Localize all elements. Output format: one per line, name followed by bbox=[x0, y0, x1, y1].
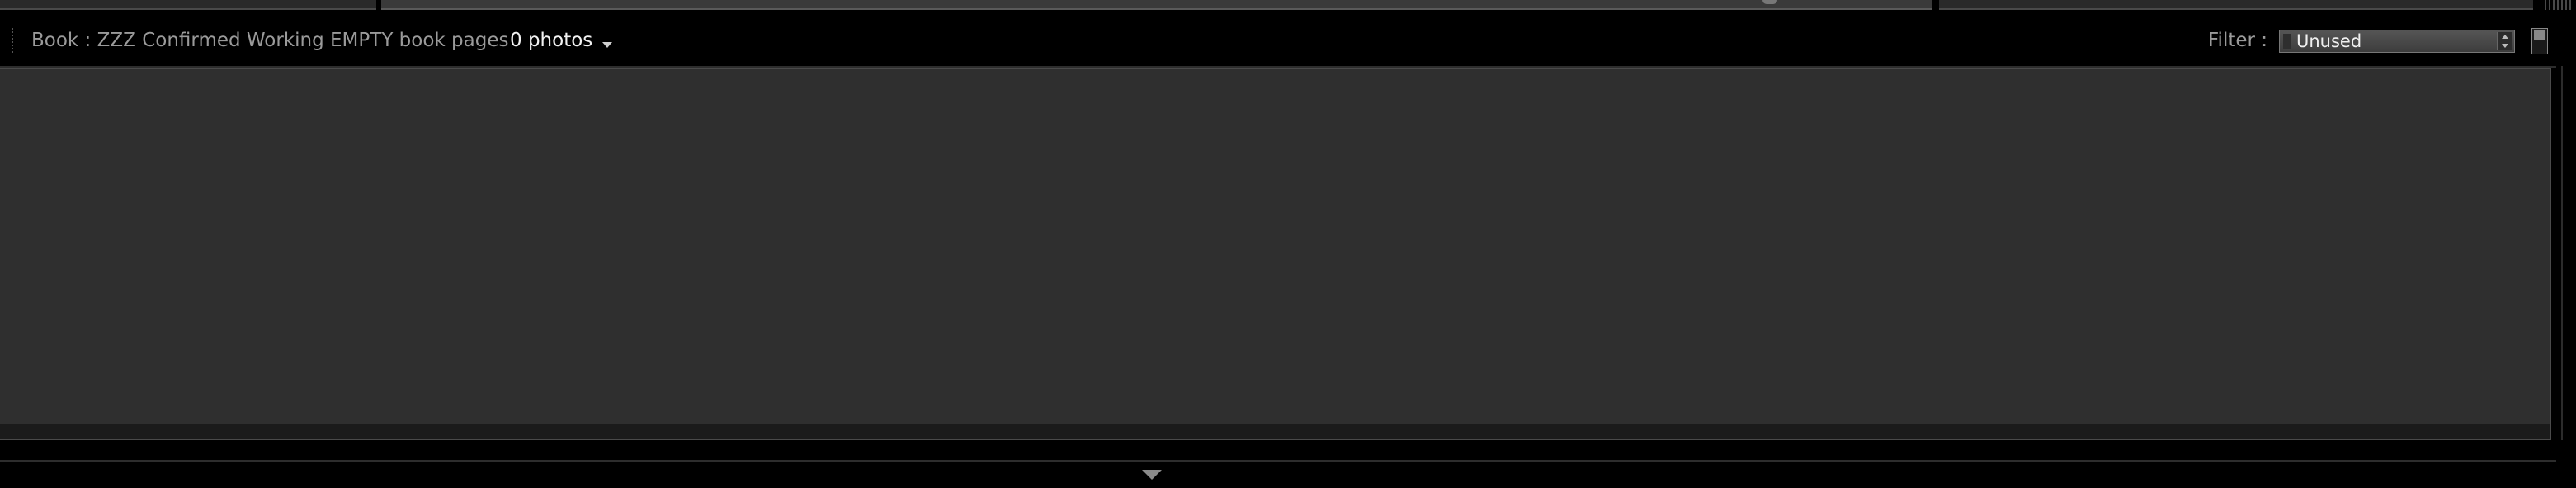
source-label[interactable]: Book : ZZZ Confirmed Working EMPTY book … bbox=[31, 30, 508, 51]
filter-dropdown-value[interactable]: Unused bbox=[2296, 31, 2361, 51]
stepper-icon[interactable] bbox=[2497, 32, 2512, 50]
filmstrip-scroll-track[interactable] bbox=[0, 424, 2550, 439]
scroll-thumb[interactable] bbox=[1762, 0, 1777, 4]
photo-count-menu[interactable]: 0 photos bbox=[510, 30, 613, 51]
filmstrip-area[interactable] bbox=[0, 68, 2551, 440]
filter-dropdown-inset bbox=[2283, 34, 2291, 49]
triangle-down-icon[interactable] bbox=[1142, 470, 1162, 480]
resize-grip-icon[interactable] bbox=[2545, 0, 2573, 10]
top-strip-scrollbar[interactable] bbox=[381, 0, 1932, 10]
right-edge-divider bbox=[2561, 66, 2576, 488]
dotted-separator bbox=[12, 28, 13, 53]
filmstrip-header: Book : ZZZ Confirmed Working EMPTY book … bbox=[0, 12, 2576, 66]
photo-count-label[interactable]: 0 photos bbox=[510, 30, 592, 51]
lock-toggle-icon[interactable] bbox=[2531, 28, 2548, 54]
top-strip-right-segment bbox=[1939, 0, 2533, 10]
top-panel-strip bbox=[0, 0, 2576, 12]
filter-label: Filter : bbox=[2208, 30, 2268, 51]
filter-dropdown[interactable]: Unused bbox=[2279, 30, 2515, 53]
chevron-down-icon[interactable] bbox=[602, 42, 613, 48]
bottom-panel-bar bbox=[0, 440, 2576, 488]
top-strip-left-segment bbox=[0, 0, 376, 10]
bottom-divider bbox=[0, 460, 2556, 462]
